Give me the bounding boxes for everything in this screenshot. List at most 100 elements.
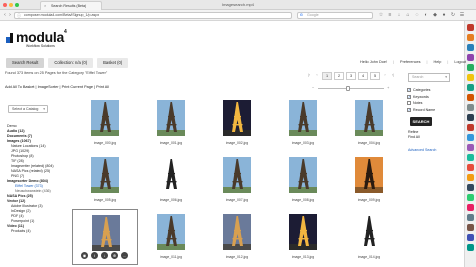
- page-button[interactable]: 1: [322, 72, 332, 80]
- sync-icon[interactable]: ↻: [450, 12, 456, 19]
- extension-icon[interactable]: [467, 44, 474, 51]
- find-all-link[interactable]: Find All: [408, 135, 420, 140]
- image-card[interactable]: image_014.jpg: [336, 209, 402, 265]
- extension-icon[interactable]: [467, 124, 474, 131]
- image-thumbnail[interactable]: [91, 157, 119, 193]
- extension-icon[interactable]: [467, 104, 474, 111]
- slider-handle[interactable]: [345, 86, 350, 91]
- preferences-link[interactable]: Preferences: [400, 60, 420, 64]
- info-icon[interactable]: i: [91, 252, 98, 259]
- extension-icon[interactable]: [467, 144, 474, 151]
- help-link[interactable]: Help: [434, 60, 442, 64]
- zoom-out-icon[interactable]: −: [312, 85, 314, 90]
- extension-icon[interactable]: [467, 34, 474, 41]
- extension-icon[interactable]: [467, 134, 474, 141]
- download-icon[interactable]: ↓: [396, 12, 402, 19]
- image-card[interactable]: image_001.jpg: [138, 95, 204, 151]
- extension-icon[interactable]: [467, 194, 474, 201]
- extension-icon[interactable]: [467, 184, 474, 191]
- minimize-window-button[interactable]: [9, 3, 13, 7]
- extension-icon[interactable]: [467, 94, 474, 101]
- image-card[interactable]: image_013.jpg: [270, 209, 336, 265]
- image-thumbnail[interactable]: [223, 157, 251, 193]
- tree-item[interactable]: Products (4): [7, 229, 67, 234]
- image-card[interactable]: image_002.jpg: [204, 95, 270, 151]
- next-page-button[interactable]: ›: [382, 72, 388, 80]
- extension-icon[interactable]: [467, 174, 474, 181]
- image-card[interactable]: image_009.jpg: [336, 152, 402, 208]
- extension-icon[interactable]: [467, 114, 474, 121]
- addon-icon[interactable]: ●: [441, 12, 447, 19]
- search-input[interactable]: Search ▾: [408, 73, 450, 82]
- image-card[interactable]: image_010.jpg◉i↓⊕…: [72, 209, 138, 265]
- image-card[interactable]: image_003.jpg: [270, 95, 336, 151]
- image-thumbnail[interactable]: [355, 157, 383, 193]
- image-thumbnail[interactable]: [157, 157, 185, 193]
- checkbox[interactable]: [407, 101, 411, 106]
- extension-icon[interactable]: [467, 24, 474, 31]
- page-button[interactable]: 3: [346, 72, 356, 80]
- extension-icon[interactable]: [467, 164, 474, 171]
- image-thumbnail[interactable]: [289, 214, 317, 250]
- first-page-button[interactable]: |‹: [306, 72, 312, 80]
- page-button[interactable]: 4: [358, 72, 368, 80]
- bookmarks-icon[interactable]: ≡: [387, 12, 393, 19]
- basket-icon[interactable]: ⊕: [111, 252, 118, 259]
- tab-basket[interactable]: Basket (0): [97, 58, 129, 68]
- advanced-search-link[interactable]: Advanced Search: [408, 148, 436, 152]
- image-thumbnail[interactable]: [91, 100, 119, 136]
- pocket-icon[interactable]: ◐: [423, 12, 429, 19]
- browser-search-input[interactable]: G Google: [297, 12, 373, 19]
- address-bar[interactable]: ⓘ composer.modula4.com/Beta/iSignup_1/p.…: [14, 12, 292, 19]
- image-card[interactable]: image_004.jpg: [336, 95, 402, 151]
- more-icon[interactable]: …: [121, 252, 128, 259]
- forward-icon[interactable]: ›: [7, 12, 13, 19]
- zoom-in-icon[interactable]: +: [387, 85, 389, 90]
- maximize-window-button[interactable]: [15, 3, 19, 7]
- image-thumbnail[interactable]: [355, 100, 383, 136]
- checkbox[interactable]: ✓: [407, 88, 411, 93]
- image-card[interactable]: image_011.jpg: [138, 209, 204, 265]
- page-button[interactable]: 5: [370, 72, 380, 80]
- tab-search-result[interactable]: Search Result: [6, 58, 45, 68]
- extension-icon[interactable]: [467, 234, 474, 241]
- menu-icon[interactable]: ☰: [459, 12, 465, 19]
- image-thumbnail[interactable]: [223, 100, 251, 136]
- image-card[interactable]: image_008.jpg: [270, 152, 336, 208]
- image-thumbnail[interactable]: [289, 100, 317, 136]
- close-window-button[interactable]: [3, 3, 7, 7]
- prev-page-button[interactable]: ‹: [314, 72, 320, 80]
- extension-icon[interactable]: [467, 84, 474, 91]
- addon-icon[interactable]: ◆: [432, 12, 438, 19]
- extension-icon[interactable]: [467, 244, 474, 251]
- logout-link[interactable]: Logout: [454, 60, 466, 64]
- image-card[interactable]: image_006.jpg: [138, 152, 204, 208]
- catalog-select[interactable]: Select a Catalog ▾: [8, 105, 48, 113]
- extension-icon[interactable]: [467, 74, 474, 81]
- image-card[interactable]: image_007.jpg: [204, 152, 270, 208]
- image-thumbnail[interactable]: [355, 214, 383, 250]
- home-icon[interactable]: ⌂: [405, 12, 411, 19]
- image-thumbnail[interactable]: [157, 100, 185, 136]
- checkbox[interactable]: ✓: [407, 94, 411, 99]
- download-icon[interactable]: ↓: [101, 252, 108, 259]
- extension-icon[interactable]: [467, 64, 474, 71]
- extension-icon[interactable]: [467, 214, 474, 221]
- page-button[interactable]: 2: [334, 72, 344, 80]
- tab-collection[interactable]: Collection: n/a (0): [48, 58, 94, 68]
- checkbox[interactable]: ✓: [407, 107, 411, 112]
- image-thumbnail[interactable]: [157, 214, 185, 250]
- last-page-button[interactable]: ›|: [390, 72, 396, 80]
- search-button[interactable]: SEARCH: [410, 117, 432, 126]
- eye-icon[interactable]: ◉: [81, 252, 88, 259]
- image-thumbnail[interactable]: [223, 214, 251, 250]
- extension-icon[interactable]: [467, 154, 474, 161]
- image-card[interactable]: image_000.jpg: [72, 95, 138, 151]
- browser-tab[interactable]: × Search Results (Beta): [40, 1, 102, 10]
- image-thumbnail[interactable]: [289, 157, 317, 193]
- image-card[interactable]: image_005.jpg: [72, 152, 138, 208]
- chat-icon[interactable]: ◌: [414, 12, 420, 19]
- search-option[interactable]: ✓ Record Name: [407, 107, 435, 114]
- result-actions[interactable]: Add All To Basket | ImageSorter | Print …: [5, 85, 109, 89]
- thumbnail-size-slider[interactable]: [318, 86, 384, 91]
